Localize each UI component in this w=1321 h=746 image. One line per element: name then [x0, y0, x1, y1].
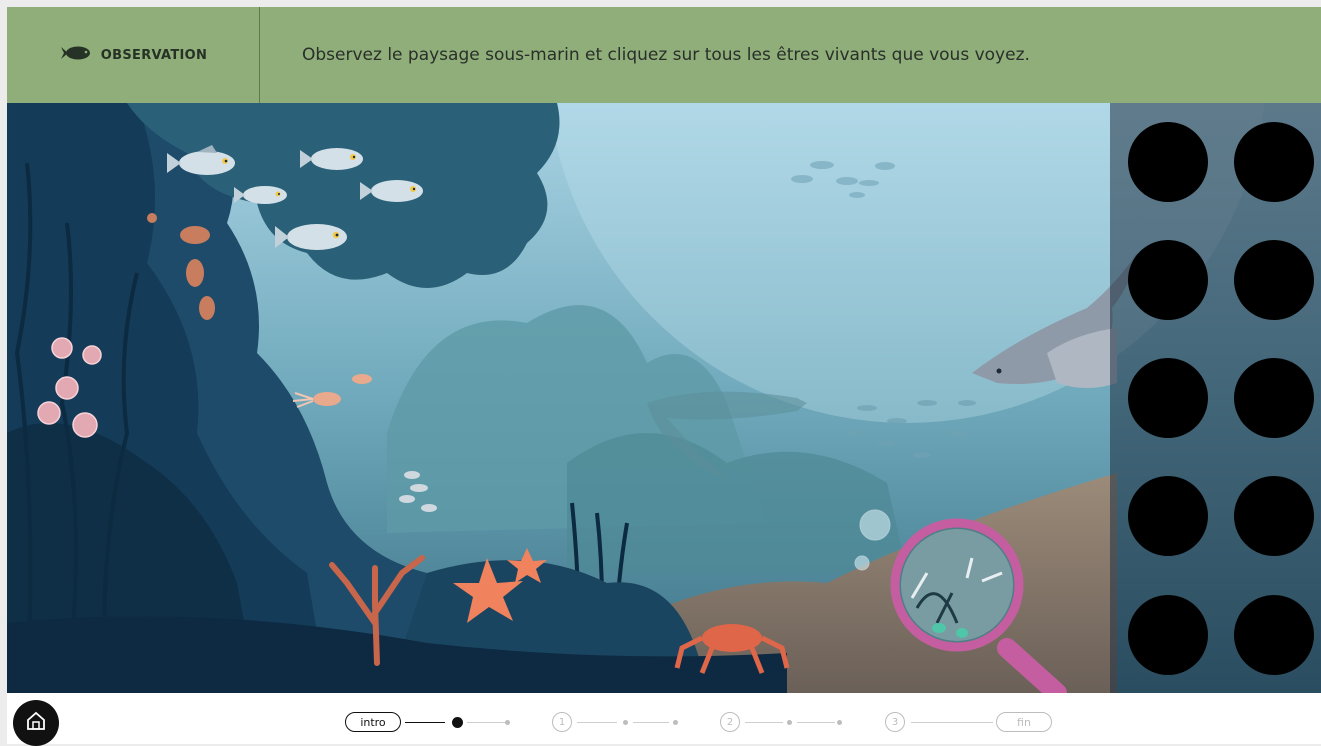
discovery-slots-panel — [1110, 103, 1321, 693]
slot-3[interactable] — [1128, 240, 1208, 320]
progress-line — [405, 722, 445, 723]
progress-navigation: intro 1 2 3 fin — [345, 712, 1055, 736]
step-intro[interactable]: intro — [345, 712, 401, 732]
header-bar: OBSERVATION Observez le paysage sous-mar… — [7, 7, 1321, 103]
progress-line — [467, 722, 507, 723]
step-dot[interactable] — [623, 720, 628, 725]
slot-6[interactable] — [1234, 358, 1314, 438]
step-3[interactable]: 3 — [885, 712, 905, 732]
progress-line — [911, 722, 993, 723]
slot-7[interactable] — [1128, 476, 1208, 556]
instruction-text: Observez le paysage sous-marin et clique… — [302, 45, 1030, 65]
activity-type: OBSERVATION — [7, 7, 260, 103]
slot-2[interactable] — [1234, 122, 1314, 202]
footer-bar: intro 1 2 3 fin — [7, 693, 1321, 746]
app-window: OBSERVATION Observez le paysage sous-mar… — [7, 7, 1321, 746]
step-dot[interactable] — [837, 720, 842, 725]
activity-label: OBSERVATION — [100, 47, 208, 63]
progress-line — [577, 722, 617, 723]
step-2[interactable]: 2 — [720, 712, 740, 732]
progress-line — [797, 722, 835, 723]
step-dot[interactable] — [787, 720, 792, 725]
progress-line — [633, 722, 669, 723]
slot-10[interactable] — [1234, 595, 1314, 675]
slot-9[interactable] — [1128, 595, 1208, 675]
step-1[interactable]: 1 — [552, 712, 572, 732]
slot-5[interactable] — [1128, 358, 1208, 438]
step-dot[interactable] — [673, 720, 678, 725]
step-dot[interactable] — [505, 720, 510, 725]
slot-4[interactable] — [1234, 240, 1314, 320]
slot-1[interactable] — [1128, 122, 1208, 202]
slot-8[interactable] — [1234, 476, 1314, 556]
fish-icon — [59, 45, 93, 65]
progress-line — [745, 722, 783, 723]
home-button[interactable] — [13, 700, 59, 746]
step-fin[interactable]: fin — [996, 712, 1052, 732]
step-current[interactable] — [452, 717, 463, 728]
home-icon — [25, 710, 47, 736]
